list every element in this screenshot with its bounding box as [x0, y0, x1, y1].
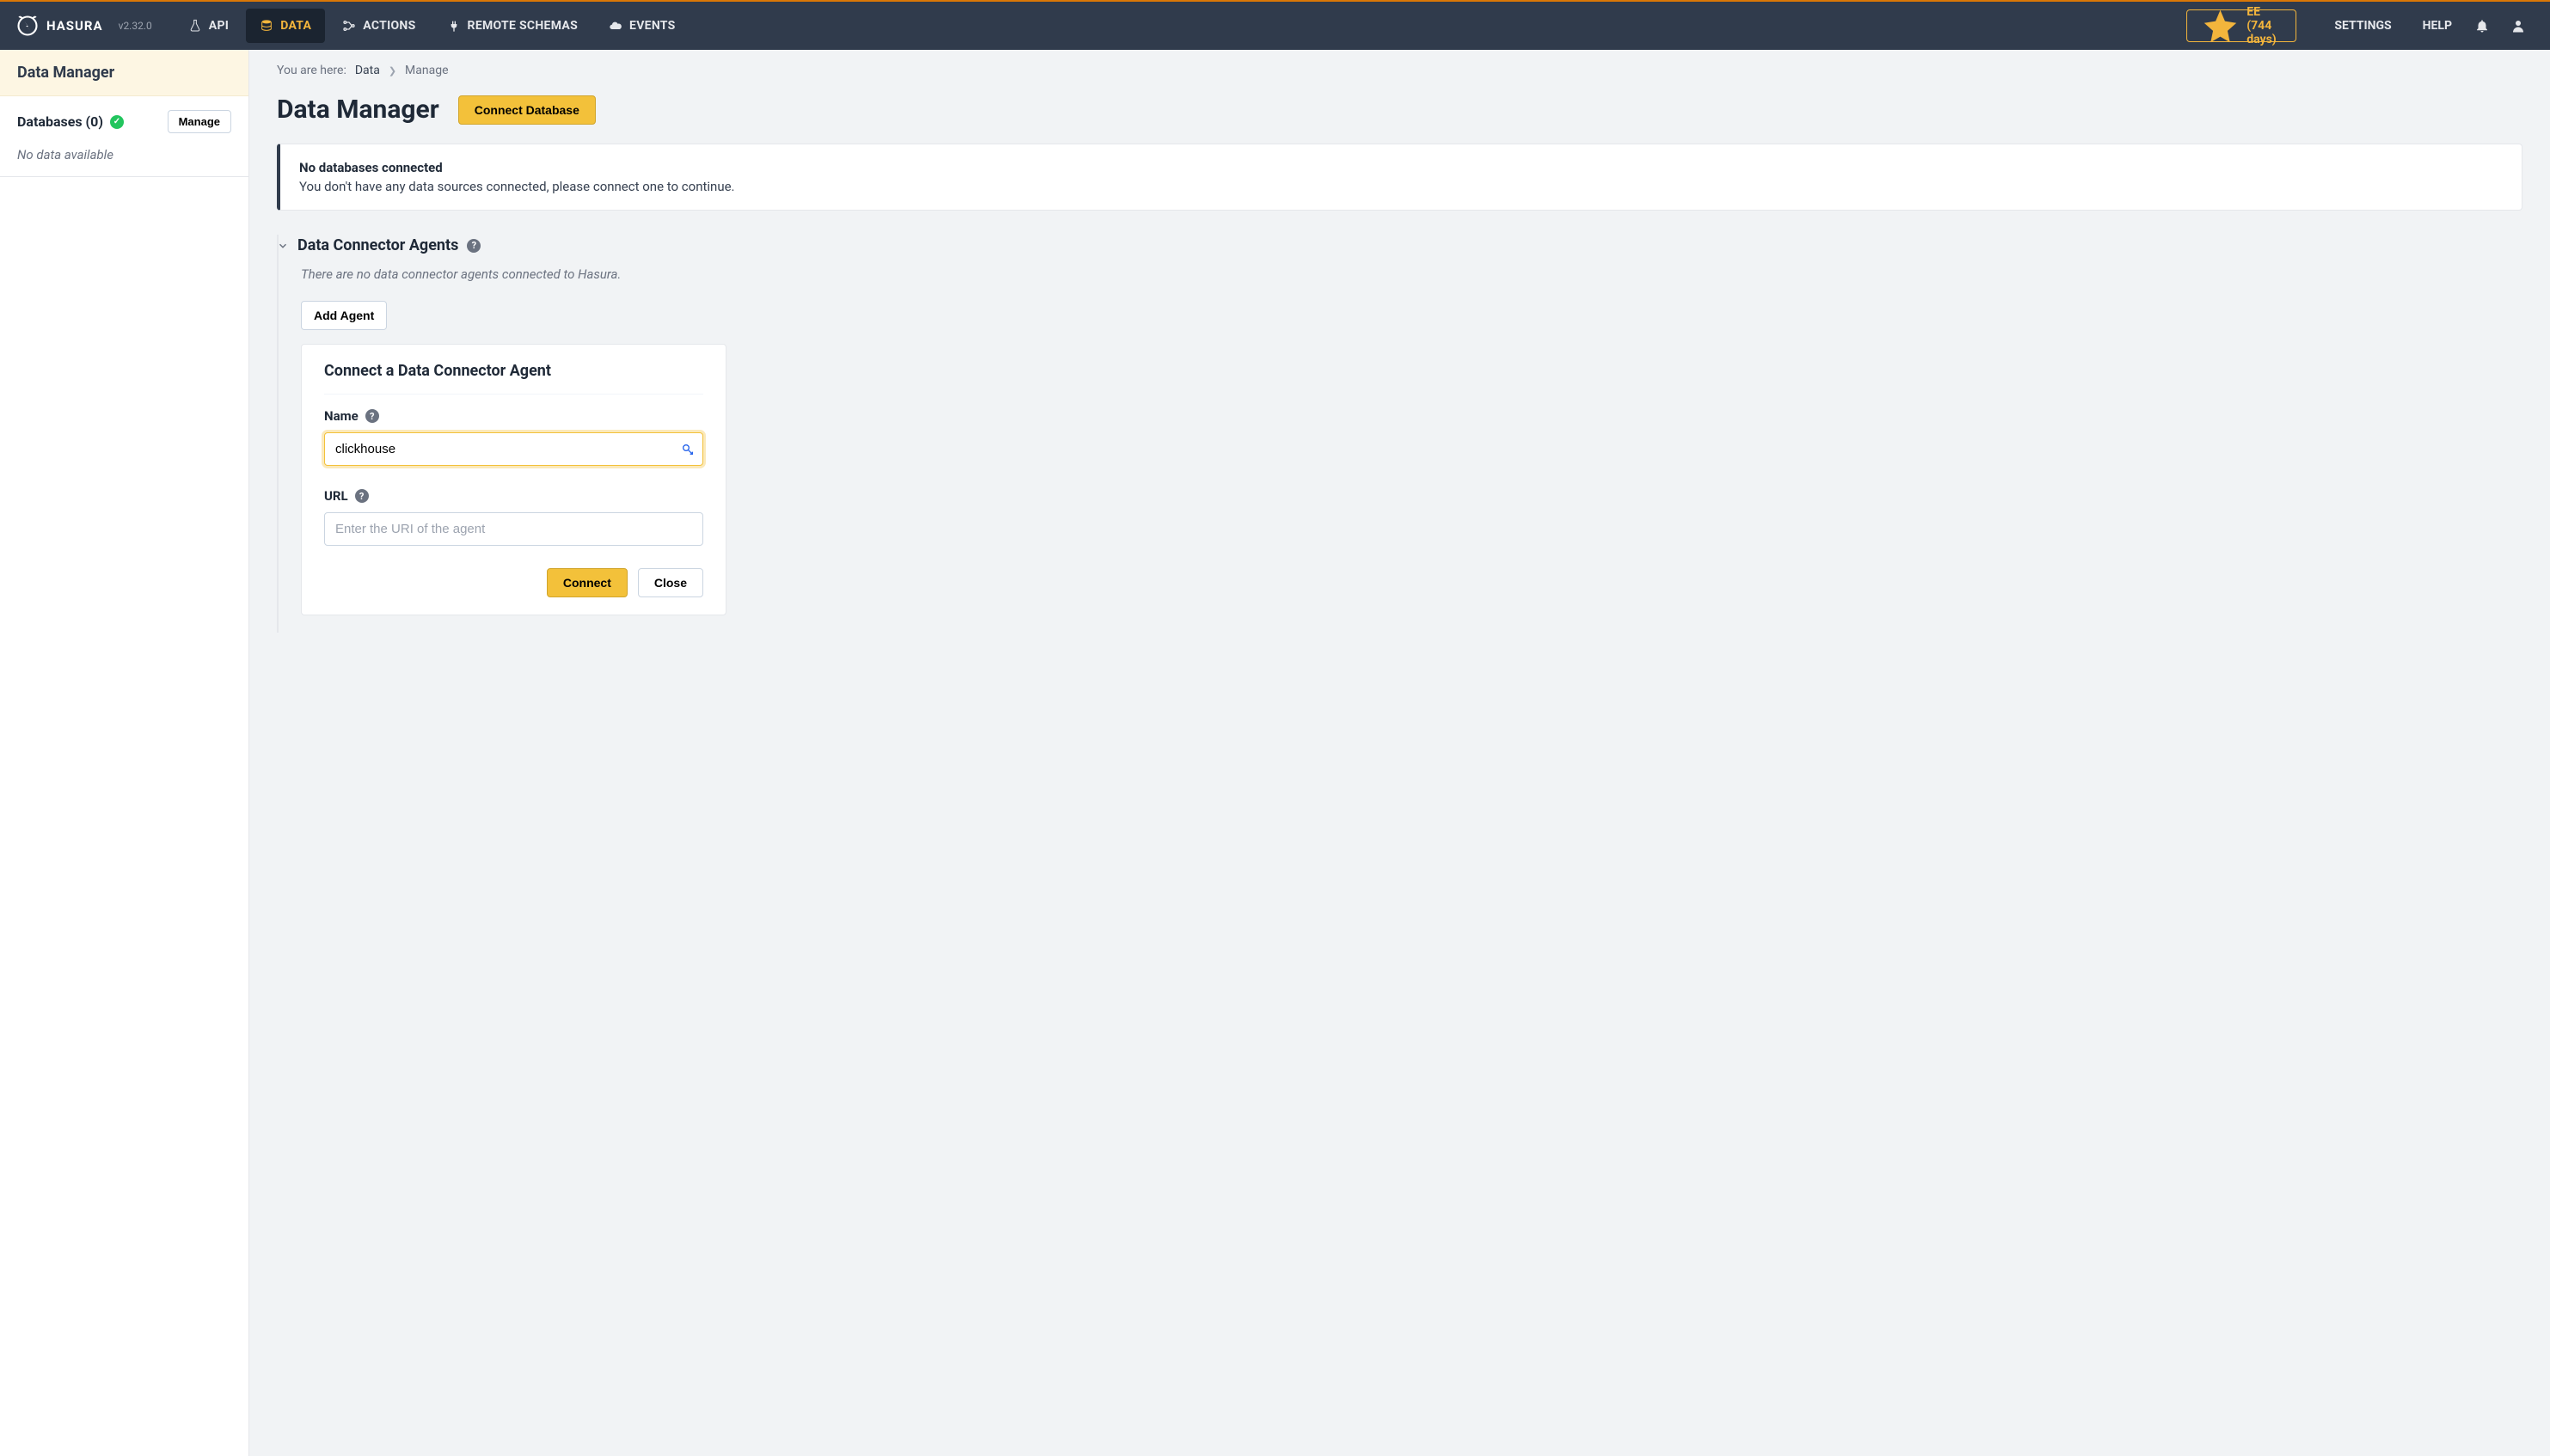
connect-agent-card: Connect a Data Connector Agent Name ?	[301, 344, 726, 615]
nav-tabs: API DATA ACTIONS REMOTE SCHEMAS EVENTS	[175, 9, 690, 43]
agent-name-input[interactable]	[324, 432, 703, 466]
sidebar-title: Data Manager	[0, 50, 248, 96]
nav-tab-actions[interactable]: ACTIONS	[328, 9, 429, 43]
banner-title: No databases connected	[299, 160, 2503, 175]
banner-text: You don't have any data sources connecte…	[299, 179, 2503, 194]
check-circle-icon: ✓	[110, 115, 124, 129]
no-databases-banner: No databases connected You don't have an…	[277, 144, 2522, 211]
sidebar-empty-text: No data available	[0, 147, 248, 176]
brand-name: HASURA	[46, 18, 103, 34]
key-lock-icon	[681, 443, 695, 456]
breadcrumb-current: Manage	[405, 64, 448, 77]
star-icon	[2201, 7, 2240, 46]
nav-tab-events[interactable]: EVENTS	[595, 9, 690, 43]
nav-settings[interactable]: SETTINGS	[2317, 19, 2401, 33]
nav-tab-label: EVENTS	[629, 19, 676, 33]
chevron-down-icon	[277, 240, 289, 252]
close-button[interactable]: Close	[638, 568, 703, 597]
nav-settings-label: SETTINGS	[2334, 19, 2391, 33]
card-title: Connect a Data Connector Agent	[324, 362, 703, 395]
page-title: Data Manager	[277, 95, 439, 125]
agents-empty-text: There are no data connector agents conne…	[301, 266, 2522, 282]
ee-label: EE (744 days)	[2247, 5, 2282, 46]
flask-icon	[188, 19, 202, 33]
nav-notifications[interactable]	[2466, 18, 2498, 34]
nav-tab-remote-schemas[interactable]: REMOTE SCHEMAS	[433, 9, 592, 43]
sidebar-manage-button[interactable]: Manage	[168, 110, 231, 133]
connect-database-button[interactable]: Connect Database	[458, 95, 596, 125]
sidebar-divider	[0, 176, 248, 177]
top-navbar: HASURA v2.32.0 API DATA ACTIONS REMOTE S…	[0, 0, 2550, 50]
database-icon	[260, 19, 273, 33]
brand-logo[interactable]: HASURA	[15, 14, 103, 38]
brand-version: v2.32.0	[119, 20, 152, 32]
add-agent-button[interactable]: Add Agent	[301, 301, 387, 330]
help-circle-icon[interactable]: ?	[365, 409, 379, 423]
actions-icon	[342, 19, 356, 33]
section-title: Data Connector Agents	[297, 236, 458, 254]
nav-tab-api[interactable]: API	[175, 9, 242, 43]
breadcrumb-prefix: You are here:	[277, 64, 346, 77]
nav-tab-label: REMOTE SCHEMAS	[468, 19, 578, 33]
breadcrumb: You are here: Data ❯ Manage	[277, 64, 2522, 77]
connect-button[interactable]: Connect	[547, 568, 628, 597]
user-icon	[2510, 18, 2526, 34]
sidebar-db-heading: Databases (0)	[17, 113, 103, 130]
ee-badge[interactable]: EE (744 days)	[2186, 9, 2296, 42]
nav-user[interactable]	[2502, 18, 2535, 34]
sidebar-databases-row: Databases (0) ✓ Manage	[0, 96, 248, 147]
section-header[interactable]: Data Connector Agents ?	[277, 235, 2522, 266]
plug-icon	[447, 19, 461, 33]
nav-tab-label: DATA	[280, 19, 311, 33]
nav-tab-data[interactable]: DATA	[246, 9, 325, 43]
help-circle-icon[interactable]: ?	[467, 239, 481, 253]
nav-help-label: HELP	[2423, 19, 2452, 33]
name-label: Name	[324, 408, 359, 424]
nav-tab-label: ACTIONS	[363, 19, 415, 33]
main-content: You are here: Data ❯ Manage Data Manager…	[249, 50, 2550, 1456]
chevron-right-icon: ❯	[389, 65, 396, 76]
url-label: URL	[324, 488, 348, 504]
cloud-icon	[609, 19, 622, 33]
hasura-icon	[15, 14, 40, 38]
nav-tab-label: API	[209, 19, 229, 33]
nav-help[interactable]: ? HELP	[2406, 19, 2462, 33]
sidebar: Data Manager Databases (0) ✓ Manage No d…	[0, 50, 249, 1456]
agent-url-input[interactable]	[324, 512, 703, 546]
data-connector-agents-section: Data Connector Agents ? There are no dat…	[277, 235, 2522, 633]
breadcrumb-link-data[interactable]: Data	[355, 64, 380, 77]
bell-icon	[2474, 18, 2490, 34]
help-circle-icon[interactable]: ?	[355, 489, 369, 503]
